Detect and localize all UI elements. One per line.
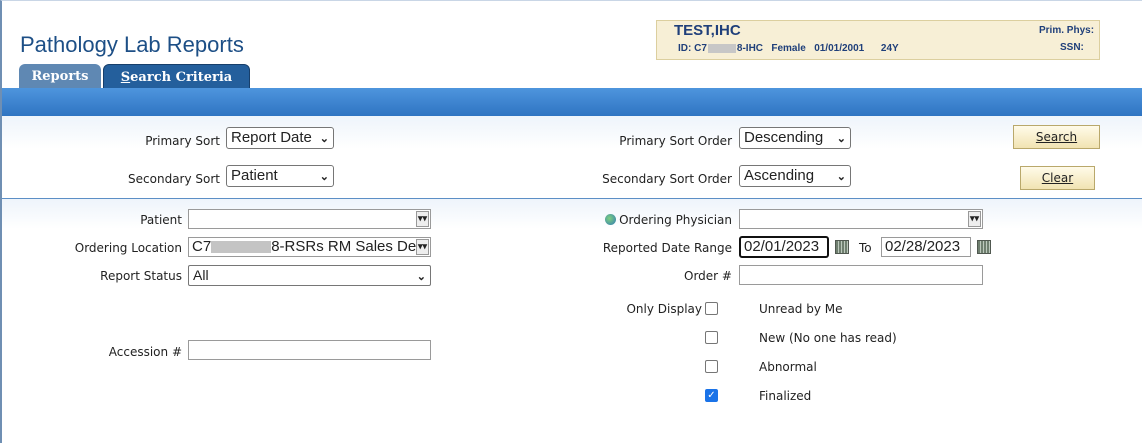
chevron-down-icon: ⌄ [319, 171, 329, 183]
ssn-label: SSN: [1060, 42, 1084, 53]
double-chevron-down-icon[interactable]: ▾▾ [416, 239, 429, 255]
unread-label: Unread by Me [759, 302, 843, 316]
header-band [2, 88, 1142, 116]
chevron-down-icon: ⌄ [319, 133, 329, 145]
clear-button[interactable]: Clear [1020, 166, 1095, 190]
date-from-value: 02/01/2023 [744, 238, 820, 255]
clear-button-label: Clear [1041, 171, 1074, 185]
primary-sort-select[interactable]: Report Date ⌄ [226, 127, 334, 149]
primary-order-label: Primary Sort Order [619, 134, 732, 148]
new-checkbox[interactable] [705, 331, 718, 344]
tab-search-criteria-hotkey: S [120, 70, 131, 85]
search-button-label: Search [1035, 130, 1078, 144]
redacted-block [211, 241, 272, 254]
double-chevron-down-icon[interactable]: ▾▾ [416, 211, 429, 227]
date-to-value: 02/28/2023 [885, 238, 961, 255]
finalized-label: Finalized [759, 389, 812, 403]
patient-id-prefix: ID: C7 [678, 43, 707, 54]
secondary-order-select[interactable]: Ascending ⌄ [739, 165, 851, 187]
chevron-down-icon: ⌄ [836, 171, 846, 183]
ordering-location-label: Ordering Location [74, 241, 182, 255]
only-display-label: Only Display [626, 302, 702, 316]
prim-phys-label: Prim. Phys: [1039, 25, 1095, 36]
double-chevron-down-icon[interactable]: ▾▾ [968, 211, 981, 227]
patient-dob: 01/01/2001 [814, 43, 865, 54]
report-status-select[interactable]: All ⌄ [188, 265, 431, 286]
abnormal-label: Abnormal [759, 360, 817, 374]
patient-select[interactable]: ▾▾ [188, 209, 431, 229]
patient-name: TEST,IHC [674, 22, 741, 39]
primary-order-select[interactable]: Descending ⌄ [739, 127, 851, 149]
to-label: To [859, 241, 872, 255]
report-status-value: All [193, 267, 209, 283]
accession-input[interactable] [188, 340, 431, 360]
reported-date-range-label: Reported Date Range [602, 241, 732, 255]
primary-sort-value: Report Date [231, 129, 312, 146]
accession-label: Accession # [108, 345, 182, 359]
patient-age: 24Y [880, 43, 899, 54]
ordering-physician-label: Ordering Physician [619, 213, 732, 227]
date-from-input[interactable]: 02/01/2023 [739, 236, 829, 258]
finalized-checkbox[interactable]: ✓ [705, 389, 718, 402]
calendar-icon[interactable] [835, 240, 849, 254]
search-button[interactable]: Search [1013, 125, 1100, 149]
primary-order-value: Descending [744, 129, 824, 146]
secondary-sort-value: Patient [231, 167, 278, 184]
report-status-label: Report Status [100, 269, 182, 283]
secondary-order-label: Secondary Sort Order [602, 172, 732, 186]
chevron-down-icon: ⌄ [416, 271, 426, 283]
redacted-block [707, 43, 736, 53]
ordering-location-prefix: C7 [192, 238, 212, 255]
tab-search-criteria[interactable]: Search Criteria [103, 64, 250, 90]
tab-search-criteria-label: earch Criteria [130, 70, 233, 85]
ordering-physician-label-group: Ordering Physician [540, 213, 732, 227]
secondary-order-value: Ascending [744, 167, 815, 184]
ordering-physician-select[interactable]: ▾▾ [739, 209, 983, 229]
chevron-down-icon: ⌄ [836, 133, 846, 145]
ordering-location-suffix: 8-RSRs RM Sales Der [271, 238, 422, 255]
page-title: Pathology Lab Reports [20, 32, 244, 57]
globe-icon[interactable] [605, 214, 617, 225]
ordering-location-select[interactable]: C7 8-RSRs RM Sales Der ▾▾ [188, 237, 431, 257]
calendar-icon[interactable] [977, 240, 991, 254]
abnormal-checkbox[interactable] [705, 360, 718, 373]
patient-sex: Female [771, 43, 806, 54]
patient-id-line: ID: C7 8-IHC Female 01/01/2001 24Y [678, 43, 899, 54]
unread-checkbox[interactable] [705, 302, 718, 315]
patient-banner: TEST,IHC ID: C7 8-IHC Female 01/01/2001 2… [656, 20, 1100, 60]
secondary-sort-select[interactable]: Patient ⌄ [226, 165, 334, 187]
order-label: Order # [684, 269, 732, 283]
patient-id-suffix: 8-IHC [736, 43, 764, 54]
tab-reports[interactable]: Reports [19, 64, 101, 90]
date-to-input[interactable]: 02/28/2023 [881, 237, 971, 257]
checkmark-icon: ✓ [707, 390, 716, 401]
order-input[interactable] [739, 265, 983, 285]
primary-sort-label: Primary Sort [145, 134, 220, 148]
patient-label: Patient [140, 213, 182, 227]
new-label: New (No one has read) [759, 331, 897, 345]
secondary-sort-label: Secondary Sort [128, 172, 220, 186]
